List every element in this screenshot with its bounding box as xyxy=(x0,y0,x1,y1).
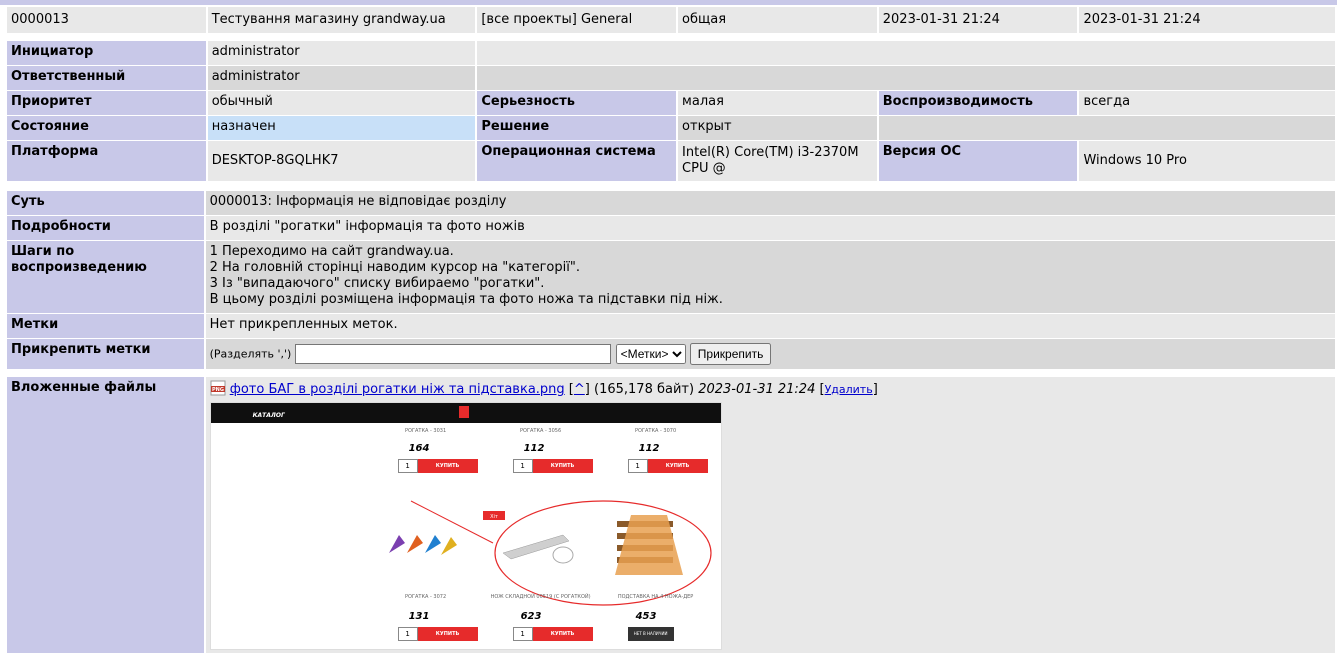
severity-value: малая xyxy=(678,91,877,115)
description-label: Подробности xyxy=(7,216,204,240)
priority-value: обычный xyxy=(207,91,476,115)
preview-product-title: ПОДСТАВКА НА 4 НОЖА-ДЕР xyxy=(617,594,694,600)
steps-label: Шаги по воспроизведению xyxy=(7,241,204,313)
reporter-label: Инициатор xyxy=(7,41,206,65)
attachment-preview[interactable]: КАТАЛОГ РОГАТКА - 3031 РОГАТКА - 3056 РО… xyxy=(209,402,722,650)
files-label: Вложенные файлы xyxy=(7,377,204,653)
png-file-icon: PNG xyxy=(210,380,226,397)
files-cell: PNG фото БАГ в розділі рогатки ніж та пі… xyxy=(205,377,1335,653)
os-value: Intel(R) Core(TM) i3-2370M CPU @ xyxy=(678,141,877,181)
tag-input[interactable] xyxy=(295,344,612,364)
severity-label: Серьезность xyxy=(477,91,677,115)
preview-price: 131 xyxy=(408,611,430,622)
preview-badge-text: Хіт xyxy=(490,514,498,520)
handler-value: administrator xyxy=(207,66,476,90)
preview-qty: 1 xyxy=(397,627,418,641)
category: [все проекты] General xyxy=(477,7,677,33)
date-created: 2023-01-31 21:24 xyxy=(878,7,1078,33)
preview-cart: 1 КУПИТЬ xyxy=(512,627,593,641)
step-line: 3 Із "випадаючого" списку вибираемо "рог… xyxy=(209,276,545,291)
status-label: Состояние xyxy=(7,116,206,140)
svg-text:PNG: PNG xyxy=(212,387,224,393)
os-label: Операционная система xyxy=(477,141,677,181)
delete-attachment-link[interactable]: Удалить xyxy=(825,383,873,396)
knife-stand-image xyxy=(614,515,683,575)
reporter-value: administrator xyxy=(207,41,476,65)
platform-label: Платформа xyxy=(7,141,206,181)
preview-buy-button: КУПИТЬ xyxy=(417,627,478,641)
preview-buy-button: КУПИТЬ xyxy=(532,627,593,641)
tags-value: Нет прикрепленных меток. xyxy=(205,314,1335,338)
project-name: Тестування магазину grandway.ua xyxy=(207,7,476,33)
os-version-value: Windows 10 Pro xyxy=(1079,141,1335,181)
status-value: назначен xyxy=(207,116,476,140)
file-size: (165,178 байт) xyxy=(594,382,695,397)
details-table: Суть 0000013: Інформація не відповідає р… xyxy=(5,190,1337,370)
preview-price: 453 xyxy=(635,611,657,622)
resolution-label: Решение xyxy=(477,116,677,140)
priority-label: Приоритет xyxy=(7,91,206,115)
attach-tags-button[interactable]: Прикрепить xyxy=(689,343,772,365)
description-value: В розділі "рогатки" інформація та фото н… xyxy=(205,216,1335,240)
reporter-filler xyxy=(477,41,1335,65)
step-line: 1 Переходимо на сайт grandway.ua. xyxy=(209,244,454,259)
knife-image xyxy=(502,534,574,564)
reproducibility-value: всегда xyxy=(1079,91,1335,115)
slingshot-image xyxy=(388,535,457,555)
step-line: В цьому розділі розміщена інформація та … xyxy=(209,292,723,307)
summary-label: Суть xyxy=(7,191,204,215)
resolution-filler xyxy=(878,116,1335,140)
file-line: PNG фото БАГ в розділі рогатки ніж та пі… xyxy=(210,380,1332,398)
attributes-table: Инициатор administrator Ответственный ad… xyxy=(5,40,1337,182)
separator-hint: (Разделять ',') xyxy=(209,347,292,361)
top-band xyxy=(0,0,1337,5)
preview-qty: 1 xyxy=(512,627,533,641)
files-table: Вложенные файлы PNG фото БАГ в розділі р… xyxy=(5,376,1337,654)
preview-cart: 1 КУПИТЬ xyxy=(397,627,478,641)
os-version-label: Версия ОС xyxy=(878,141,1078,181)
handler-filler xyxy=(477,66,1335,90)
summary-value: 0000013: Інформація не відповідає розділ… xyxy=(205,191,1335,215)
date-updated: 2023-01-31 21:24 xyxy=(1079,7,1335,33)
steps-value: 1 Переходимо на сайт grandway.ua. 2 На г… xyxy=(205,241,1335,313)
preview-out-of-stock: НЕТ В НАЛИЧИИ xyxy=(627,627,674,641)
summary-table: 0000013 Тестування магазину grandway.ua … xyxy=(5,6,1337,34)
tags-label: Метки xyxy=(7,314,204,338)
resolution-value: открыт xyxy=(678,116,877,140)
preview-price: 623 xyxy=(520,611,542,622)
handler-label: Ответственный xyxy=(7,66,206,90)
attach-tags-label: Прикрепить метки xyxy=(7,339,204,369)
platform-value: DESKTOP-8GQLHK7 xyxy=(207,141,476,181)
file-date: 2023-01-31 21:24 xyxy=(698,382,816,397)
reproducibility-label: Воспроизводимость xyxy=(878,91,1078,115)
preview-product-title: НОЖ СКЛАДНОЙ 00519 (С РОГАТКОЙ) xyxy=(490,594,591,600)
view-status: общая xyxy=(678,7,877,33)
issue-id: 0000013 xyxy=(7,7,206,33)
attachment-link[interactable]: фото БАГ в розділі рогатки ніж та підста… xyxy=(230,382,565,397)
preview-annotation-arrow xyxy=(410,500,493,544)
preview-product-title: РОГАТКА - 3072 xyxy=(405,594,447,600)
tag-select[interactable]: <Метки> xyxy=(615,344,686,364)
attach-tags-cell: (Разделять ',') <Метки> Прикрепить xyxy=(205,339,1335,369)
step-line: 2 На головній сторінці наводим курсор на… xyxy=(209,260,580,275)
jump-to-preview-link[interactable]: ^ xyxy=(574,382,585,397)
